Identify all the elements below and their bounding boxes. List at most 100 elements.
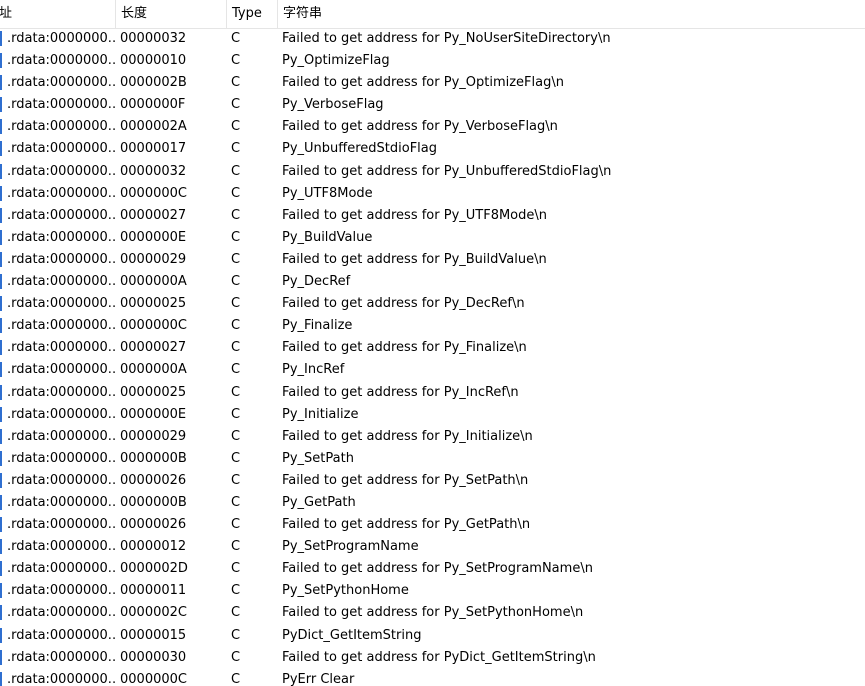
table-row[interactable]: .rdata:0000000... 00000027 C Failed to get …: [0, 337, 865, 359]
table-row[interactable]: .rdata:0000000... 00000025 C Failed to get …: [0, 293, 865, 315]
table-row[interactable]: .rdata:0000000... 00000026 C Failed to get …: [0, 470, 865, 492]
address-cell: .rdata:0000000...: [7, 494, 115, 510]
address-cell: .rdata:0000000...: [7, 31, 115, 46]
table-row[interactable]: .rdata:0000000... 0000002A C Failed to get …: [0, 116, 865, 138]
table-row[interactable]: .rdata:0000000... 0000002B C Failed to get …: [0, 72, 865, 94]
table-row[interactable]: .rdata:0000000... 00000012 C Py_SetProgramN…: [0, 536, 865, 558]
string-entry-icon: [0, 494, 2, 510]
table-row[interactable]: .rdata:0000000... 0000000B C Py_GetPath: [0, 492, 865, 514]
length-cell: 00000032: [120, 31, 187, 46]
type-cell: C: [231, 539, 241, 555]
table-row[interactable]: .rdata:0000000... 00000029 C Failed to get …: [0, 249, 865, 271]
table-row[interactable]: .rdata:0000000... 0000000B C Py_SetPath: [0, 448, 865, 470]
string-cell: Py_SetPath: [282, 450, 354, 466]
length-cell: 00000032: [120, 163, 187, 179]
address-cell: .rdata:0000000...: [7, 428, 115, 444]
column-header-string[interactable]: 字符串: [278, 0, 865, 28]
column-header-type[interactable]: Type: [227, 0, 278, 28]
table-row[interactable]: .rdata:0000000... 0000000C C Py_UTF8Mode: [0, 183, 865, 205]
table-row[interactable]: .rdata:0000000... 0000000A C Py_DecRef: [0, 271, 865, 293]
string-entry-icon: [0, 274, 2, 290]
table-row[interactable]: .rdata:0000000... 00000010 C Py_OptimizeFla…: [0, 50, 865, 72]
column-header-bar: 址 长度 Type 字符串: [0, 0, 865, 29]
type-cell: C: [231, 605, 241, 621]
type-cell: C: [231, 627, 241, 643]
address-cell: .rdata:0000000...: [7, 163, 115, 179]
table-row[interactable]: .rdata:0000000... 00000032 C Failed to get …: [0, 161, 865, 183]
type-cell: C: [231, 251, 241, 267]
table-row[interactable]: .rdata:0000000... 00000015 C PyDict_GetItem…: [0, 625, 865, 647]
table-row[interactable]: .rdata:0000000... 0000002C C Failed to get …: [0, 602, 865, 624]
table-row[interactable]: .rdata:0000000... 0000000F C Py_VerboseFlag: [0, 94, 865, 116]
type-cell: C: [231, 649, 241, 665]
string-entry-icon: [0, 251, 2, 267]
table-row[interactable]: .rdata:0000000... 0000002D C Failed to get …: [0, 558, 865, 580]
type-cell: C: [231, 141, 241, 157]
address-cell: .rdata:0000000...: [7, 605, 115, 621]
type-cell: C: [231, 671, 241, 686]
column-header-length[interactable]: 长度: [116, 0, 227, 28]
address-cell: .rdata:0000000...: [7, 318, 115, 334]
length-cell: 00000027: [120, 340, 187, 356]
length-cell: 0000000C: [120, 671, 187, 686]
string-cell: Failed to get address for Py_Initialize\…: [282, 428, 533, 444]
table-row[interactable]: .rdata:0000000... 00000032 C Failed to get …: [0, 28, 865, 50]
address-cell: .rdata:0000000...: [7, 185, 115, 201]
table-row[interactable]: .rdata:0000000... 0000000C C PyErr Clear: [0, 669, 865, 686]
string-cell: Py_BuildValue: [282, 229, 373, 245]
string-rows: .rdata:0000000... 00000032 C Failed to get …: [0, 28, 865, 686]
table-row[interactable]: .rdata:0000000... 00000030 C Failed to get …: [0, 647, 865, 669]
table-row[interactable]: .rdata:0000000... 00000027 C Failed to get …: [0, 205, 865, 227]
table-row[interactable]: .rdata:0000000... 00000017 C Py_UnbufferedS…: [0, 138, 865, 160]
length-cell: 00000017: [120, 141, 187, 157]
type-cell: C: [231, 362, 241, 378]
string-cell: Failed to get address for Py_GetPath\n: [282, 517, 531, 533]
length-cell: 00000011: [120, 583, 187, 599]
address-cell: .rdata:0000000...: [7, 671, 115, 686]
type-cell: C: [231, 296, 241, 312]
string-cell: Py_Finalize: [282, 318, 353, 334]
string-entry-icon: [0, 671, 2, 686]
string-cell: Failed to get address for Py_BuildValue\…: [282, 251, 547, 267]
address-cell: .rdata:0000000...: [7, 53, 115, 69]
table-row[interactable]: .rdata:0000000... 0000000E C Py_Initialize: [0, 404, 865, 426]
string-entry-icon: [0, 119, 2, 135]
address-cell: .rdata:0000000...: [7, 274, 115, 290]
string-cell: Failed to get address for Py_IncRef\n: [282, 384, 519, 400]
table-row[interactable]: .rdata:0000000... 0000000E C Py_BuildValue: [0, 227, 865, 249]
table-row[interactable]: .rdata:0000000... 00000026 C Failed to get …: [0, 514, 865, 536]
string-entry-icon: [0, 229, 2, 245]
column-header-address[interactable]: 址: [0, 0, 116, 28]
type-cell: C: [231, 561, 241, 577]
length-cell: 0000000A: [120, 274, 187, 290]
table-row[interactable]: .rdata:0000000... 0000000C C Py_Finalize: [0, 315, 865, 337]
string-cell: Failed to get address for Py_SetPythonHo…: [282, 605, 584, 621]
string-cell: Py_OptimizeFlag: [282, 53, 390, 69]
string-cell: PyDict_GetItemString: [282, 627, 422, 643]
length-cell: 0000000C: [120, 185, 187, 201]
type-cell: C: [231, 517, 241, 533]
type-cell: C: [231, 494, 241, 510]
table-row[interactable]: .rdata:0000000... 00000029 C Failed to get …: [0, 426, 865, 448]
type-cell: C: [231, 53, 241, 69]
type-cell: C: [231, 340, 241, 356]
string-cell: Failed to get address for Py_DecRef\n: [282, 296, 525, 312]
table-row[interactable]: .rdata:0000000... 00000011 C Py_SetPythonHo…: [0, 580, 865, 602]
string-entry-icon: [0, 31, 2, 46]
string-entry-icon: [0, 561, 2, 577]
length-cell: 0000000E: [120, 406, 187, 422]
address-cell: .rdata:0000000...: [7, 627, 115, 643]
string-cell: Failed to get address for Py_SetPath\n: [282, 472, 529, 488]
type-cell: C: [231, 274, 241, 290]
table-row[interactable]: .rdata:0000000... 00000025 C Failed to get …: [0, 382, 865, 404]
string-cell: Failed to get address for Py_UnbufferedS…: [282, 163, 612, 179]
string-entry-icon: [0, 406, 2, 422]
string-entry-icon: [0, 318, 2, 334]
string-entry-icon: [0, 340, 2, 356]
string-entry-icon: [0, 296, 2, 312]
type-cell: C: [231, 472, 241, 488]
length-cell: 0000000F: [120, 97, 186, 113]
table-row[interactable]: .rdata:0000000... 0000000A C Py_IncRef: [0, 359, 865, 381]
length-cell: 0000000A: [120, 362, 187, 378]
length-cell: 00000029: [120, 428, 187, 444]
